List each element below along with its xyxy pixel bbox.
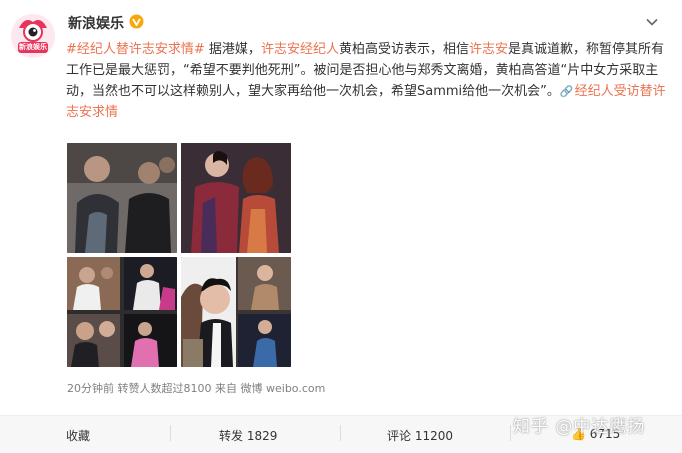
post-photo-1[interactable] bbox=[67, 143, 177, 253]
post-meta: 20分钟前 转赞人数超过8100 来自 微博 weibo.com bbox=[67, 380, 325, 396]
topic-link[interactable]: #经纪人替许志安求情# bbox=[66, 42, 205, 57]
comment-button[interactable]: 评论 11200 bbox=[387, 427, 453, 444]
photo-thumbnail bbox=[67, 257, 177, 367]
mention-link-agent[interactable]: 许志安经纪人 bbox=[261, 42, 339, 57]
source-prefix: 来自 bbox=[215, 382, 237, 395]
photo-thumbnail bbox=[67, 143, 177, 253]
post-text-segment: 据港媒， bbox=[204, 42, 261, 57]
watermark: 知乎 @中达鹰扬 bbox=[513, 417, 646, 437]
repost-button[interactable]: 转发 1829 bbox=[219, 427, 277, 444]
source-link[interactable]: 微博 weibo.com bbox=[241, 382, 326, 395]
chevron-down-icon[interactable] bbox=[645, 17, 659, 27]
repost-count-note: 转赞人数超过8100 bbox=[117, 382, 212, 395]
link-icon: 🔗 bbox=[559, 85, 574, 98]
post-text-segment: 黄柏高受访表示，相信 bbox=[338, 42, 469, 57]
account-name[interactable]: 新浪娱乐 bbox=[68, 13, 124, 33]
post-photo-3[interactable] bbox=[67, 257, 177, 367]
post-photo-2[interactable] bbox=[181, 143, 291, 253]
mention-link-name[interactable]: 许志安 bbox=[469, 42, 508, 57]
photo-thumbnail bbox=[181, 257, 291, 367]
divider bbox=[170, 425, 171, 441]
post-photo-4[interactable] bbox=[181, 257, 291, 367]
favorite-button[interactable]: 收藏 bbox=[66, 427, 90, 444]
avatar-text: 新浪娱乐 bbox=[19, 43, 47, 51]
photo-thumbnail bbox=[181, 143, 291, 253]
verified-badge-icon bbox=[129, 14, 144, 29]
divider bbox=[510, 425, 511, 441]
divider bbox=[340, 425, 341, 441]
post-text: #经纪人替许志安求情# 据港媒，许志安经纪人黄柏高受访表示，相信许志安是真诚道歉… bbox=[66, 39, 670, 123]
avatar[interactable]: 新浪娱乐 bbox=[11, 14, 55, 58]
post-time[interactable]: 20分钟前 bbox=[67, 382, 114, 395]
